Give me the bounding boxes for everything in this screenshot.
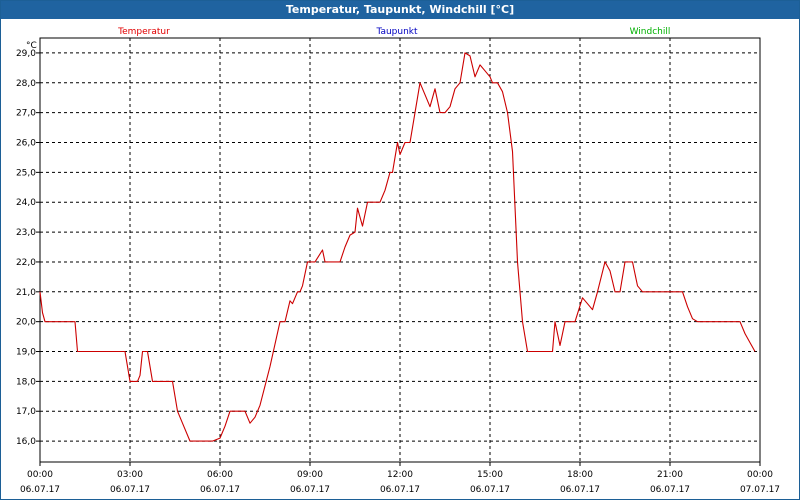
- line-chart: 16,0 17,0 18,0 19,0 20,0 21,0 22,0 23,0 24,0 25,0…: [16, 27, 780, 495]
- y-tick-label: 26,0: [16, 139, 36, 149]
- x-tick-date-label: 06.07.17: [560, 485, 600, 495]
- x-tick-date-label: 06.07.17: [380, 485, 420, 495]
- y-tick-label: 24,0: [16, 198, 36, 208]
- x-tick-time-label: 00:00: [27, 470, 53, 480]
- y-tick-label: 21,0: [16, 288, 36, 298]
- y-tick-label: 20,0: [16, 318, 36, 328]
- y-tick-label: 25,0: [16, 168, 36, 178]
- x-tick-labels: 00:00 06.07.17 03:00 06.07.17 06:00 06.07.17 0…: [20, 470, 780, 495]
- x-tick-time-label: 00:00: [747, 470, 773, 480]
- y-tick-label: 18,0: [16, 377, 36, 387]
- x-tick-date-label: 06.07.17: [200, 485, 240, 495]
- y-axis-unit-label: °C: [26, 41, 37, 51]
- x-tick-time-label: 15:00: [477, 470, 503, 480]
- y-tick-label: 16,0: [16, 437, 36, 447]
- x-tick-time-label: 03:00: [117, 470, 143, 480]
- y-tick-label: 17,0: [16, 407, 36, 417]
- legend-entry: Windchill: [630, 27, 671, 37]
- y-tick-label: 23,0: [16, 228, 36, 238]
- y-tick-label: 19,0: [16, 348, 36, 358]
- x-tick-time-label: 21:00: [657, 470, 683, 480]
- legend: Temperatur Taupunkt Windchill: [117, 27, 670, 37]
- x-tick-date-label: 06.07.17: [20, 485, 60, 495]
- x-tick-date-label: 06.07.17: [110, 485, 150, 495]
- legend-entry: Temperatur: [117, 27, 170, 37]
- y-tick-labels: 16,0 17,0 18,0 19,0 20,0 21,0 22,0 23,0 24,0 25,0…: [16, 49, 36, 447]
- y-tick-label: 27,0: [16, 109, 36, 119]
- x-tick-time-label: 18:00: [567, 470, 593, 480]
- y-tick-label: 22,0: [16, 258, 36, 268]
- x-tick-date-label: 06.07.17: [650, 485, 690, 495]
- x-tick-time-label: 06:00: [207, 470, 233, 480]
- x-tick-date-label: 06.07.17: [470, 485, 510, 495]
- y-tick-label: 28,0: [16, 79, 36, 89]
- x-tick-time-label: 12:00: [387, 470, 413, 480]
- x-tick-time-label: 09:00: [297, 470, 323, 480]
- x-tick-date-label: 07.07.17: [740, 485, 780, 495]
- x-tick-date-label: 06.07.17: [290, 485, 330, 495]
- legend-entry: Taupunkt: [375, 27, 418, 37]
